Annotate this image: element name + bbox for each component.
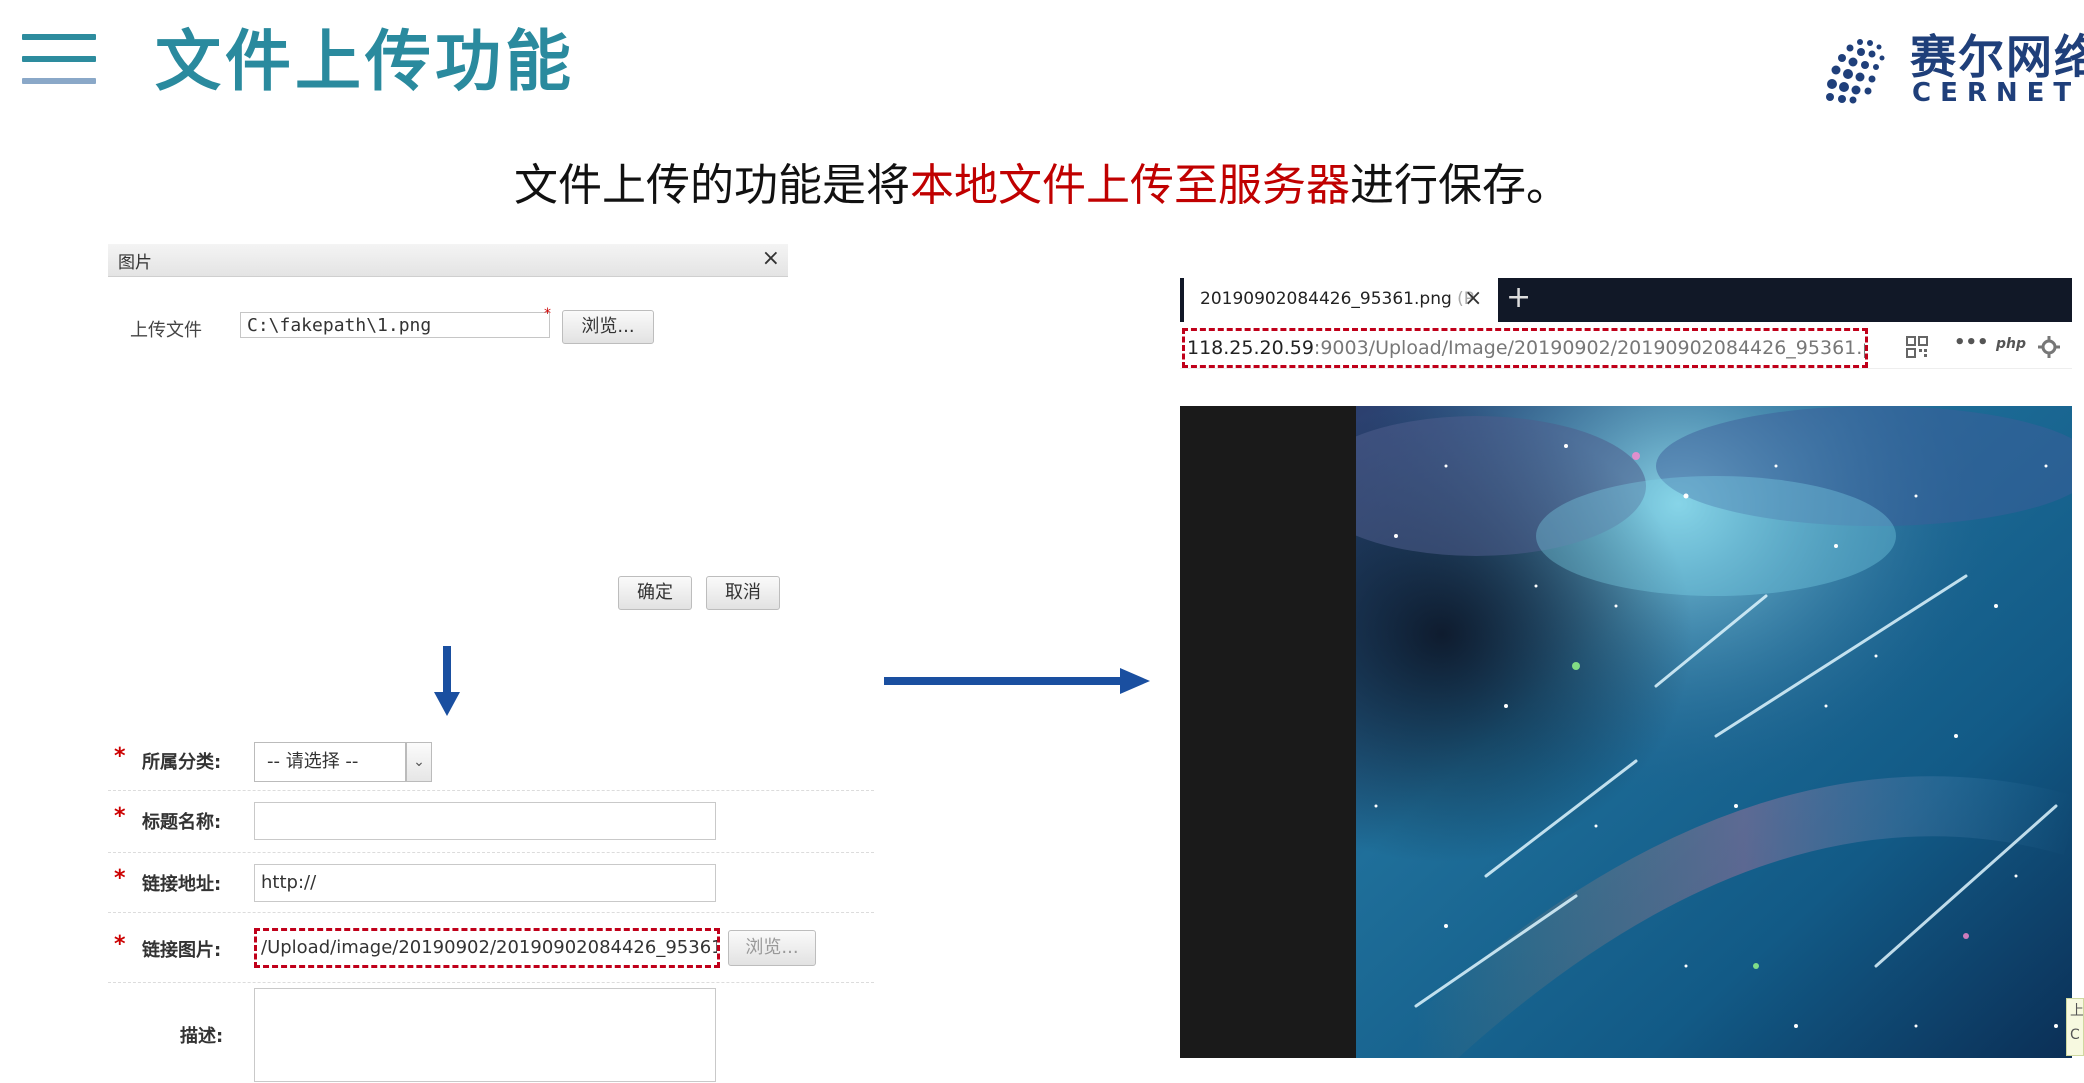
logo-text-cn: 赛尔网络 [1910,30,2084,84]
slide-subtitle: 文件上传的功能是将本地文件上传至服务器进行保存。 [0,156,2084,216]
tab-close-icon[interactable]: × [1464,278,1482,320]
arrow-right-icon [884,668,1150,694]
tab-image[interactable]: 20190902084426_95361.png (P × [1184,278,1498,322]
link-image-label: 链接图片: [142,940,222,961]
logo: 赛尔网络 CERNET [1820,30,2084,110]
tab-strip: 20190902084426_95361.png (P × + [1180,278,2072,322]
settings-icon[interactable] [2038,336,2060,358]
tab-title: 20190902084426_95361.png [1200,289,1452,309]
required-mark: * [544,306,551,322]
arrow-down-icon [434,646,460,716]
form-row-title: * 标题名称: [108,790,874,853]
subtitle-highlight: 本地文件上传至服务器 [910,160,1350,211]
link-form: * 所属分类: -- 请选择 -- ⌄ * 标题名称: * 链接地址: http… [108,730,874,1083]
image-upload-dialog: 图片 × 上传文件 C:\fakepath\1.png * 浏览... 确定 取… [108,244,788,620]
chevron-down-icon[interactable]: ⌄ [406,742,432,782]
description-textarea[interactable] [254,988,716,1082]
link-image-input[interactable]: /Upload/image/20190902/20190902084426_95… [254,928,720,968]
link-url-input[interactable]: http:// [254,864,716,902]
required-mark: * [114,744,126,769]
title-name-label: 标题名称: [142,812,222,833]
browser-window: 20190902084426_95361.png (P × + 118.25.2… [1180,278,2072,1058]
php-icon[interactable]: php [1996,336,2026,352]
required-mark: * [114,932,126,957]
required-mark: * [114,804,126,829]
dialog-title: 图片 [118,253,152,273]
dialog-header: 图片 × [108,244,788,277]
browse-button[interactable]: 浏览... [562,310,654,344]
subtitle-text: 文件上传的功能是将 [514,160,910,211]
form-row-link-url: * 链接地址: http:// [108,852,874,913]
url-input[interactable]: 118.25.20.59:9003/Upload/Image/20190902/… [1182,328,1868,368]
url-host: 118.25.20.59 [1187,337,1314,359]
link-url-label: 链接地址: [142,874,222,895]
confirm-button[interactable]: 确定 [618,576,692,610]
menu-icon [22,34,96,88]
form-row-category: * 所属分类: -- 请选择 -- ⌄ [108,730,874,791]
upload-file-label: 上传文件 [130,320,202,341]
title-name-input[interactable] [254,802,716,840]
side-tooltip: 上 C [2066,998,2084,1056]
file-path-input[interactable]: C:\fakepath\1.png [240,312,550,338]
image-browse-button[interactable]: 浏览... [728,930,816,966]
cancel-button[interactable]: 取消 [706,576,780,610]
qr-code-icon[interactable] [1906,336,1928,358]
form-row-link-image: * 链接图片: /Upload/image/20190902/201909020… [108,912,874,983]
category-select[interactable]: -- 请选择 -- [254,742,406,782]
description-label: 描述: [180,1026,224,1047]
subtitle-text-end: 进行保存。 [1350,160,1570,211]
close-icon[interactable]: × [762,246,780,271]
starry-sky-image [1356,406,2072,1058]
required-mark: * [114,866,126,891]
form-row-description: 描述: [108,982,874,1083]
category-label: 所属分类: [142,752,222,773]
url-path: :9003/Upload/Image/20190902/201909020844… [1313,337,1868,359]
more-icon[interactable]: ••• [1954,332,1989,353]
logo-text-en: CERNET [1912,78,2081,108]
new-tab-icon[interactable]: + [1506,278,1531,318]
cernet-logo-icon [1826,39,1885,104]
slide-title: 文件上传功能 [155,23,575,100]
